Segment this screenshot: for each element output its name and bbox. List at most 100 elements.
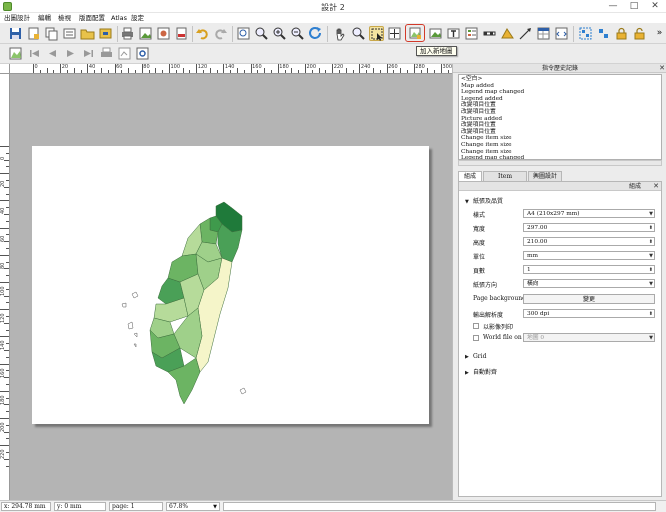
grid-section-header[interactable]: ▶ Grid xyxy=(465,353,486,360)
maximize-button[interactable]: □ xyxy=(627,1,641,12)
first-feature-icon[interactable] xyxy=(27,46,42,61)
composer-canvas[interactable] xyxy=(10,74,452,500)
menu-atlas[interactable]: Atlas xyxy=(111,13,127,23)
zoom-tool-icon[interactable] xyxy=(351,26,366,41)
add-arrow-icon[interactable] xyxy=(518,26,533,41)
add-label-icon[interactable] xyxy=(446,26,461,41)
history-item[interactable]: Change item size xyxy=(461,149,659,156)
composition-page[interactable] xyxy=(32,146,429,424)
next-feature-icon[interactable] xyxy=(63,46,78,61)
world-file-checkbox[interactable] xyxy=(473,335,479,341)
zoom-full-icon[interactable] xyxy=(236,26,251,41)
ruler-minor-tick xyxy=(107,70,109,73)
composer-manager-icon[interactable] xyxy=(62,26,77,41)
taiwan-map-item[interactable] xyxy=(92,158,272,420)
atlas-settings-icon[interactable] xyxy=(135,46,150,61)
menu-view[interactable]: 檢視 xyxy=(58,13,71,23)
export-pdf-icon[interactable] xyxy=(174,26,189,41)
toolbar-overflow-icon[interactable]: » xyxy=(652,26,666,41)
zoom-out-icon[interactable] xyxy=(290,26,305,41)
minimize-button[interactable]: — xyxy=(606,1,620,12)
add-shape-icon[interactable] xyxy=(500,26,515,41)
paper-section-header[interactable]: ▼ 紙張及品質 xyxy=(465,196,503,205)
duplicate-composer-icon[interactable] xyxy=(44,26,59,41)
open-folder-icon[interactable] xyxy=(80,26,95,41)
history-item[interactable]: Map added xyxy=(461,83,659,90)
resolution-spinbox[interactable]: 300 dpi ⬍ xyxy=(523,309,655,318)
history-item[interactable]: Legend map changed xyxy=(461,89,659,96)
height-spinbox[interactable]: 210.00 ⬍ xyxy=(523,237,655,246)
change-background-button[interactable]: 變更 xyxy=(523,294,655,304)
units-select[interactable]: mm ▼ xyxy=(523,251,655,260)
add-new-map-icon[interactable] xyxy=(405,24,425,42)
select-move-icon[interactable] xyxy=(369,26,384,41)
undo-icon[interactable] xyxy=(195,26,210,41)
add-scalebar-icon[interactable] xyxy=(482,26,497,41)
world-file-map-select[interactable]: 地圖 0 ▼ xyxy=(523,333,655,342)
save-icon[interactable] xyxy=(8,26,23,41)
tab-item-properties[interactable]: Item properties xyxy=(483,171,527,189)
new-composer-icon[interactable] xyxy=(26,26,41,41)
export-image-icon[interactable] xyxy=(138,26,153,41)
history-item[interactable]: Change item size xyxy=(461,142,659,149)
snap-section-header[interactable]: ▶ 自動對齊 xyxy=(465,367,497,376)
history-item[interactable]: 改變項目位置 xyxy=(461,102,659,109)
width-spinbox[interactable]: 297.00 ⬍ xyxy=(523,223,655,232)
pan-hand-icon[interactable] xyxy=(333,26,348,41)
print-icon[interactable] xyxy=(120,26,135,41)
zoom-100-icon[interactable] xyxy=(254,26,269,41)
zoom-in-icon[interactable] xyxy=(272,26,287,41)
add-image-icon[interactable] xyxy=(428,26,443,41)
close-button[interactable]: ✕ xyxy=(648,1,662,12)
refresh-icon[interactable] xyxy=(308,26,323,41)
atlas-preview-icon[interactable] xyxy=(8,46,23,61)
menu-layout[interactable]: 版面配置 xyxy=(79,13,105,23)
x-coordinate-readout: x: 294.78 mm xyxy=(1,502,51,511)
ruler-label: 120 xyxy=(197,64,208,70)
history-panel-close-icon[interactable]: ✕ xyxy=(659,64,665,73)
print-atlas-icon[interactable] xyxy=(99,46,114,61)
menu-edit[interactable]: 編輯 xyxy=(38,13,51,23)
print-as-raster-checkbox[interactable] xyxy=(473,323,479,329)
history-item[interactable]: 改變項目位置 xyxy=(461,109,659,116)
orientation-select[interactable]: 橫向 ▼ xyxy=(523,279,655,288)
export-svg-icon[interactable] xyxy=(156,26,171,41)
ruler-label: 60 xyxy=(116,64,123,70)
redo-icon[interactable] xyxy=(213,26,228,41)
add-legend-icon[interactable] xyxy=(464,26,479,41)
add-html-frame-icon[interactable] xyxy=(554,26,569,41)
ruler-label: 20 xyxy=(0,180,6,188)
move-item-content-icon[interactable] xyxy=(387,26,402,41)
tab-atlas[interactable]: 輿圖設計 xyxy=(528,171,562,181)
history-list[interactable]: <空白> Map added Legend map changed Legend ad… xyxy=(458,74,662,160)
lock-icon[interactable] xyxy=(614,26,629,41)
zoom-select[interactable]: 67.8% ▼ xyxy=(166,502,220,511)
ruler-minor-tick xyxy=(6,275,9,277)
ungroup-items-icon[interactable] xyxy=(596,26,611,41)
ruler-tick xyxy=(0,200,9,202)
previous-feature-icon[interactable] xyxy=(45,46,60,61)
menu-composer[interactable]: 出圖設計 xyxy=(4,13,30,23)
history-scrollbar[interactable] xyxy=(458,160,662,166)
ruler-minor-tick xyxy=(6,424,9,426)
history-item[interactable]: Change item size xyxy=(461,135,659,142)
menu-settings[interactable]: 設定 xyxy=(131,13,144,23)
composition-panel-close-icon[interactable]: ✕ xyxy=(653,182,659,191)
ruler-label: 300 xyxy=(442,64,453,70)
export-atlas-icon[interactable] xyxy=(117,46,132,61)
ruler-label: 100 xyxy=(0,286,6,296)
ruler-minor-tick xyxy=(407,70,408,73)
unlock-icon[interactable] xyxy=(632,26,647,41)
history-item[interactable]: <空白> xyxy=(461,76,659,83)
history-item[interactable]: 改變項目位置 xyxy=(461,129,659,136)
composition-panel-title-text: 組成 xyxy=(628,183,641,190)
save-template-icon[interactable] xyxy=(98,26,113,41)
last-feature-icon[interactable] xyxy=(81,46,96,61)
preset-select[interactable]: A4 (210x297 mm) ▼ xyxy=(523,209,655,218)
group-items-icon[interactable] xyxy=(578,26,593,41)
add-attribute-table-icon[interactable] xyxy=(536,26,551,41)
ruler-minor-tick xyxy=(6,438,9,440)
dropdown-arrow-icon: ▼ xyxy=(649,253,653,259)
pages-spinbox[interactable]: 1 ⬍ xyxy=(523,265,655,274)
history-item[interactable]: 改變項目位置 xyxy=(461,122,659,129)
